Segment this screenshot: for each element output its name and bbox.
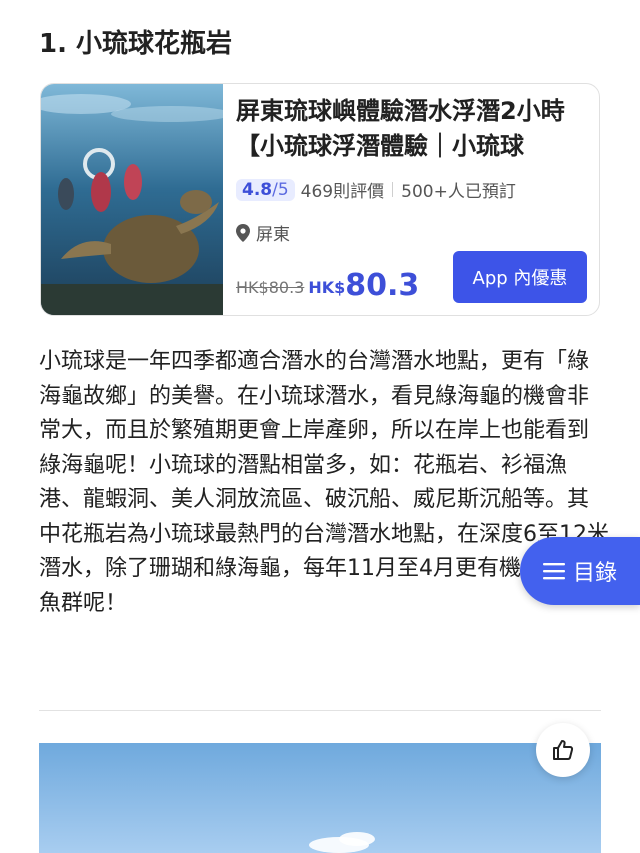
rating-row: 4.8/5 469則評價 500+人已預訂 (236, 177, 516, 202)
divider (392, 182, 394, 197)
booking-count: 500+人已預訂 (401, 182, 516, 202)
section-divider (39, 710, 601, 711)
product-title[interactable]: 屏東琉球嶼體驗潛水浮潛2小時【小琉球浮潛體驗｜小琉球 (236, 94, 587, 164)
review-count: 469則評價 (300, 182, 385, 202)
toc-label: 目錄 (572, 561, 617, 586)
toc-button[interactable]: 目錄 (520, 537, 640, 605)
thumbs-up-icon (553, 740, 574, 760)
original-price: HK$80.3 (236, 278, 305, 297)
product-card[interactable]: 屏東琉球嶼體驗潛水浮潛2小時【小琉球浮潛體驗｜小琉球 4.8/5 469則評價 … (40, 83, 600, 316)
app-discount-button[interactable]: App 內優惠 (453, 251, 587, 303)
rating-value: 4.8 (242, 179, 273, 200)
rating-max: /5 (272, 179, 289, 200)
menu-icon (542, 563, 565, 580)
product-image[interactable] (41, 84, 223, 316)
section-title: 1. 小琉球花瓶岩 (39, 29, 233, 59)
like-button[interactable] (536, 723, 590, 777)
location-row: 屏東 (236, 220, 290, 245)
location-label: 屏東 (256, 225, 290, 245)
sale-price: 80.3 (345, 268, 420, 303)
price-row: HK$80.3 HK$ 80.3 (236, 269, 419, 303)
location-pin-icon (236, 223, 250, 242)
article-photo (39, 743, 601, 853)
currency: HK$ (308, 278, 346, 297)
rating-badge: 4.8/5 (236, 178, 295, 201)
